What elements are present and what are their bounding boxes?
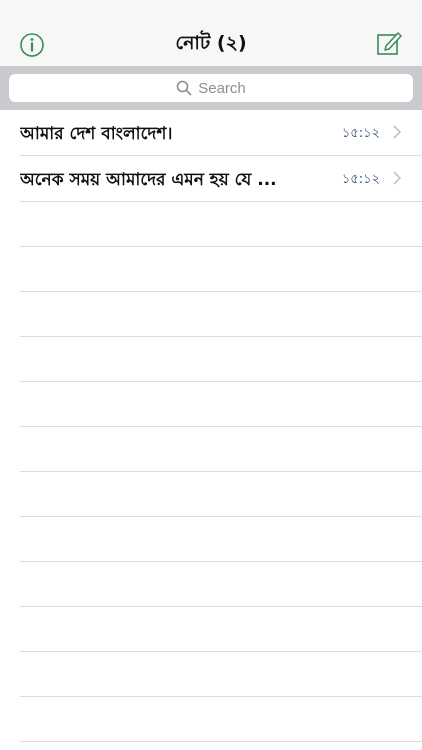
chevron-right-icon (393, 125, 401, 139)
compose-button[interactable] (374, 29, 404, 59)
empty-row (20, 607, 422, 652)
empty-row (20, 652, 422, 697)
chevron-right-icon (393, 171, 401, 185)
empty-row (20, 247, 422, 292)
search-placeholder: Search (198, 79, 246, 97)
empty-row (20, 382, 422, 427)
note-row[interactable]: অনেক সময় আমাদের এমন হয় যে ... ১৫:১২ (20, 156, 422, 202)
search-bar: Search (0, 66, 422, 110)
empty-row (20, 697, 422, 742)
note-row[interactable]: আমার দেশ বাংলাদেশ। ১৫:১২ (20, 110, 422, 156)
note-time: ১৫:১২ (341, 172, 380, 187)
empty-row (20, 562, 422, 607)
note-title: অনেক সময় আমাদের এমন হয় যে ... (20, 170, 277, 190)
empty-row (20, 202, 422, 247)
empty-row (20, 472, 422, 517)
notes-list: আমার দেশ বাংলাদেশ। ১৫:১২ অনেক সময় আমাদে… (0, 110, 422, 742)
note-title: আমার দেশ বাংলাদেশ। (20, 124, 173, 144)
empty-row (20, 427, 422, 472)
empty-row (20, 517, 422, 562)
compose-icon (377, 32, 402, 55)
navigation-bar: নোট (২) (0, 0, 422, 66)
note-time: ১৫:১২ (341, 126, 380, 141)
search-input[interactable]: Search (9, 74, 413, 102)
empty-row (20, 337, 422, 382)
search-icon (176, 80, 192, 96)
page-title: নোট (২) (175, 32, 247, 54)
empty-row (20, 292, 422, 337)
